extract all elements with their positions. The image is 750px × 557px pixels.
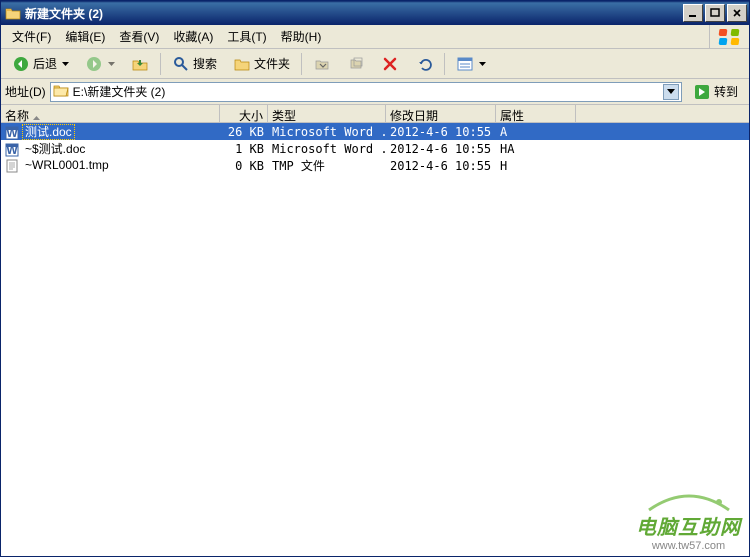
forward-button[interactable] [78,52,122,76]
file-name: ~$测试.doc [23,142,87,156]
sort-asc-icon [33,109,40,122]
windows-logo-icon [709,25,747,49]
separator [444,53,445,75]
column-headers: 名称 大小 类型 修改日期 属性 [1,105,749,123]
file-type: Microsoft Word ... [268,142,386,156]
file-row[interactable]: W 测试.doc 26 KBMicrosoft Word ...2012-4-6 1… [1,123,749,140]
file-date: 2012-4-6 10:55 [386,125,496,139]
file-name: ~WRL0001.tmp [23,158,111,172]
chevron-down-icon [62,62,69,66]
folders-icon [233,55,251,73]
delete-button[interactable] [374,52,406,76]
column-size[interactable]: 大小 [220,105,268,122]
copy-to-button[interactable] [340,52,372,76]
views-icon [456,55,474,73]
chevron-down-icon [108,62,115,66]
address-path: E:\新建文件夹 (2) [73,83,659,100]
undo-icon [415,55,433,73]
address-dropdown-button[interactable] [663,84,679,100]
file-row[interactable]: W ~$测试.doc 1 KBMicrosoft Word ...2012-4-6 … [1,140,749,157]
file-name: 测试.doc [23,125,74,139]
move-to-icon [313,55,331,73]
separator [160,53,161,75]
copy-to-icon [347,55,365,73]
move-to-button[interactable] [306,52,338,76]
back-button[interactable]: 后退 [5,52,76,76]
views-button[interactable] [449,52,493,76]
title-bar: 新建文件夹 (2) [1,1,749,25]
go-icon [693,83,711,101]
tmp-file-icon [5,159,21,173]
menu-edit[interactable]: 编辑(E) [58,25,112,48]
file-name-cell: W 测试.doc [1,123,220,140]
file-size: 0 KB [220,159,268,173]
go-label: 转到 [714,83,738,100]
menu-bar: 文件(F) 编辑(E) 查看(V) 收藏(A) 工具(T) 帮助(H) [1,25,749,49]
address-bar: 地址(D) E:\新建文件夹 (2) 转到 [1,79,749,105]
forward-icon [85,55,103,73]
folder-icon [5,6,21,20]
file-attr: HA [496,142,576,156]
file-attr: A [496,125,576,139]
separator [301,53,302,75]
search-label: 搜索 [193,55,217,72]
address-input[interactable]: E:\新建文件夹 (2) [50,82,682,102]
address-label: 地址(D) [5,83,46,100]
menu-view[interactable]: 查看(V) [112,25,166,48]
svg-text:W: W [6,143,18,157]
back-icon [12,55,30,73]
menu-favorites[interactable]: 收藏(A) [166,25,220,48]
file-type: Microsoft Word ... [268,125,386,139]
close-button[interactable] [727,4,747,22]
file-row[interactable]: ~WRL0001.tmp 0 KBTMP 文件2012-4-6 10:55H [1,157,749,174]
folders-button[interactable]: 文件夹 [226,52,297,76]
file-attr: H [496,159,576,173]
undo-button[interactable] [408,52,440,76]
chevron-down-icon [479,62,486,66]
go-button[interactable]: 转到 [686,80,745,104]
window-title: 新建文件夹 (2) [25,5,683,22]
search-icon [172,55,190,73]
file-date: 2012-4-6 10:55 [386,159,496,173]
minimize-button[interactable] [683,4,703,22]
column-attributes[interactable]: 属性 [496,105,576,122]
maximize-button[interactable] [705,4,725,22]
up-button[interactable] [124,52,156,76]
svg-text:W: W [6,126,18,140]
menu-help[interactable]: 帮助(H) [274,25,329,48]
word-file-icon: W [5,126,21,140]
column-date[interactable]: 修改日期 [386,105,496,122]
file-date: 2012-4-6 10:55 [386,142,496,156]
file-type: TMP 文件 [268,157,386,174]
file-name-cell: ~WRL0001.tmp [1,158,220,173]
toolbar: 后退 搜索 文件夹 [1,49,749,79]
folder-icon [53,83,69,100]
column-name[interactable]: 名称 [1,105,220,122]
back-label: 后退 [33,55,57,72]
delete-icon [381,55,399,73]
file-list[interactable]: W测试.doc26 KBMicrosoft Word ...2012-4-6 1… [1,123,749,543]
folder-up-icon [131,55,149,73]
file-size: 1 KB [220,142,268,156]
search-button[interactable]: 搜索 [165,52,224,76]
menu-file[interactable]: 文件(F) [5,25,58,48]
file-name-cell: W ~$测试.doc [1,140,220,157]
word-file-icon: W [5,143,21,157]
file-size: 26 KB [220,125,268,139]
column-type[interactable]: 类型 [268,105,386,122]
folders-label: 文件夹 [254,55,290,72]
menu-tools[interactable]: 工具(T) [220,25,273,48]
